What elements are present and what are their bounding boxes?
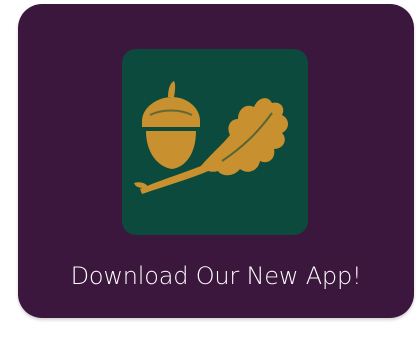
download-app-banner[interactable]: Download Our New App! [18, 4, 414, 318]
download-app-caption: Download Our New App! [70, 262, 362, 290]
app-logo-tile [122, 49, 308, 235]
acorn-oak-leaf-icon [134, 81, 288, 194]
